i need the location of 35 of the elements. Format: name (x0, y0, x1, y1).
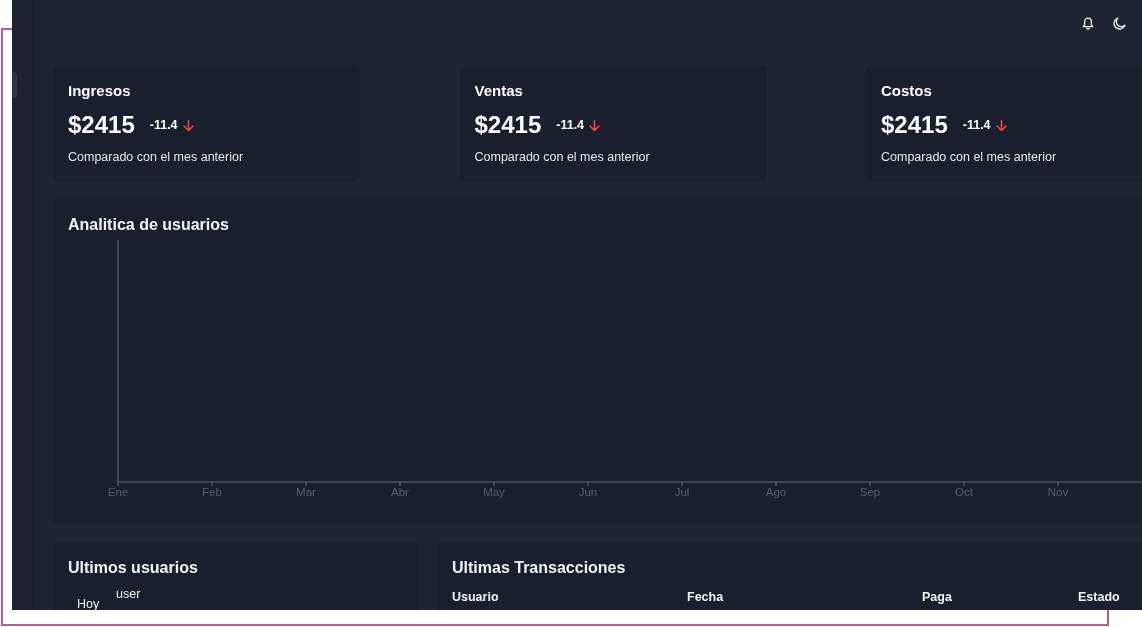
amount-value: $2415 (474, 110, 542, 140)
change-value: -11.4 (962, 117, 991, 133)
column-header: Usuario (452, 589, 500, 605)
change-value: -11.4 (556, 117, 585, 133)
notification-bell-icon[interactable] (1082, 17, 1094, 30)
card-title: Ventas (474, 81, 524, 101)
comparison-caption: Comparado con el mes anterior (68, 149, 245, 166)
x-axis-label: Feb (202, 486, 222, 498)
x-axis-label: Nov (1047, 486, 1069, 498)
moon-icon[interactable] (1113, 17, 1126, 30)
user-date: Hoy (77, 596, 101, 610)
column-header: Fecha (687, 589, 725, 605)
chart-title: Analitica de usuarios (68, 215, 230, 235)
column-header: Estado (1078, 589, 1121, 605)
x-axis-label: Ene (107, 486, 129, 498)
sidebar-handle[interactable] (12, 72, 17, 98)
x-axis-label: Jun (578, 486, 598, 498)
x-axis-label: May (483, 486, 505, 498)
amount-value: $2415 (68, 110, 135, 140)
x-axis-label: Jul (674, 486, 690, 498)
amount-value: $2415 (881, 110, 948, 140)
comparison-caption: Comparado con el mes anterior (881, 149, 1058, 166)
comparison-caption: Comparado con el mes anterior (474, 149, 651, 166)
card-title: Ingresos (68, 81, 132, 101)
card-title: Costos (881, 81, 933, 101)
change-value: -11.4 (149, 117, 178, 133)
x-axis-label: Abr (391, 486, 409, 498)
panel-title: Ultimos usuarios (68, 558, 199, 578)
user-name: user (116, 586, 141, 603)
x-axis-label: Ago (765, 486, 787, 498)
x-axis-label: Sep (859, 486, 881, 498)
column-header: Paga (922, 589, 953, 605)
x-axis-label: Oct (955, 486, 973, 498)
panel-title: Ultimas Transacciones (452, 558, 627, 578)
x-axis-label: Mar (296, 486, 316, 498)
